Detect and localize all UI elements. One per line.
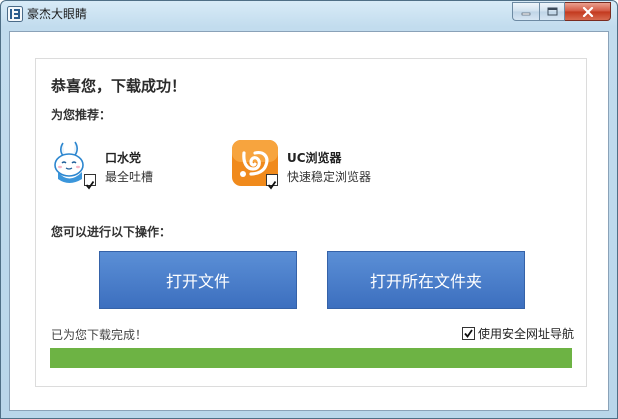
app-logo-icon [7, 6, 23, 22]
title-bar[interactable]: 豪杰大眼睛 [1, 1, 617, 28]
window-title: 豪杰大眼睛 [27, 7, 88, 21]
recommendation-name: UC浏览器 [287, 151, 342, 165]
close-icon [582, 6, 593, 17]
success-headline: 恭喜您，下载成功！ [51, 77, 187, 95]
recommendation-desc: 快速稳定浏览器 [287, 170, 372, 184]
recommendation-desc: 最全吐槽 [105, 170, 154, 184]
app-window: 豪杰大眼睛 恭喜您，下载成功！ 为您推荐： 口水党 最全吐槽 UC浏览器 快速稳… [0, 0, 618, 419]
safe-nav-label: 使用安全网址导航 [477, 327, 574, 341]
safe-nav-option[interactable]: 使用安全网址导航 [461, 325, 574, 342]
open-file-button[interactable]: 打开文件 [99, 251, 297, 309]
checkmark-icon [267, 180, 277, 190]
checkmark-icon [85, 180, 95, 190]
open-folder-button[interactable]: 打开所在文件夹 [327, 251, 525, 309]
close-button[interactable] [565, 2, 611, 21]
maximize-icon [547, 7, 557, 16]
client-area: 恭喜您，下载成功！ 为您推荐： 口水党 最全吐槽 UC浏览器 快速稳定浏览器 您… [9, 31, 609, 411]
uc-browser-checkbox[interactable] [266, 174, 278, 190]
content-panel: 恭喜您，下载成功！ 为您推荐： 口水党 最全吐槽 UC浏览器 快速稳定浏览器 您… [35, 58, 587, 387]
recommendation-name: 口水党 [105, 151, 142, 165]
recommend-label: 为您推荐： [51, 108, 112, 122]
checkmark-icon [464, 329, 473, 338]
recommendation-koushuidang[interactable]: 口水党 最全吐槽 [49, 139, 209, 190]
operations-label: 您可以进行以下操作： [51, 225, 172, 239]
maximize-button[interactable] [539, 2, 565, 21]
progress-fill [50, 348, 572, 368]
download-status: 已为您下载完成！ [51, 328, 148, 342]
koushuidang-checkbox[interactable] [84, 174, 96, 190]
minimize-icon [521, 12, 531, 15]
recommendation-uc-browser[interactable]: UC浏览器 快速稳定浏览器 [231, 139, 411, 190]
minimize-button[interactable] [512, 2, 539, 21]
download-progress-bar [50, 348, 572, 368]
caption-buttons [512, 2, 611, 21]
safe-nav-checkbox[interactable] [461, 327, 475, 340]
